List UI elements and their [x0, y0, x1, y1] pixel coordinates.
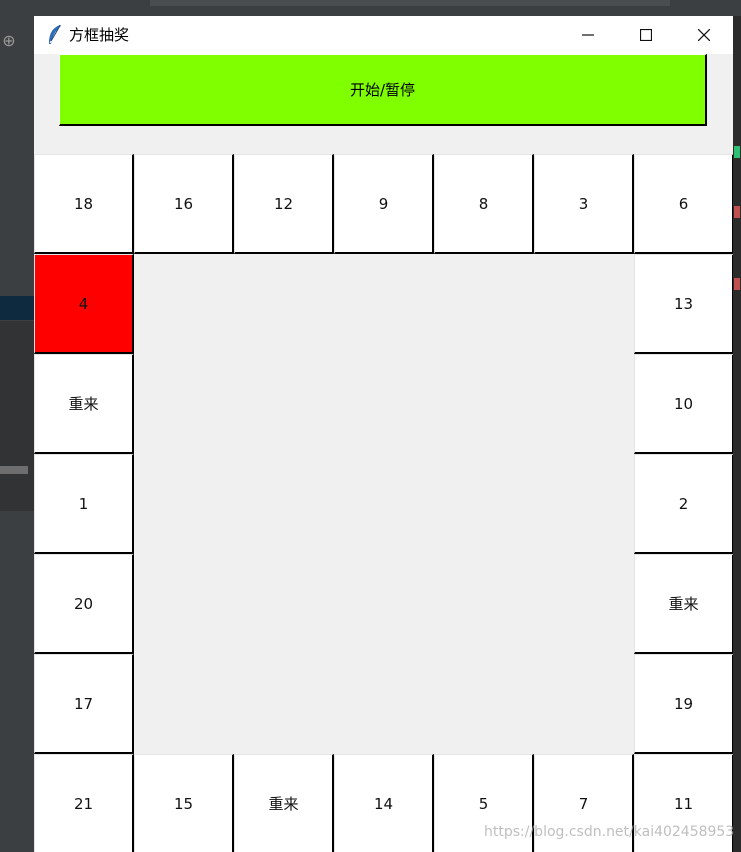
title-bar[interactable]: 方框抽奖 — [34, 16, 733, 54]
grid-cell-right-4[interactable]: 19 — [634, 654, 733, 754]
grid-cell-bottom-0[interactable]: 21 — [34, 754, 134, 852]
feather-icon — [46, 24, 64, 46]
maximize-button[interactable] — [617, 16, 675, 54]
grid-cell-top-6[interactable]: 6 — [634, 154, 733, 254]
grid-cell-left-3[interactable]: 20 — [34, 554, 134, 654]
grid-cell-right-0[interactable]: 13 — [634, 254, 733, 354]
grid-cell-right-1[interactable]: 10 — [634, 354, 733, 454]
grid-cell-top-1[interactable]: 16 — [134, 154, 234, 254]
grid-cell-top-3[interactable]: 9 — [334, 154, 434, 254]
grid-cell-top-0[interactable]: 18 — [34, 154, 134, 254]
grid-cell-left-1[interactable]: 重来 — [34, 354, 134, 454]
watermark: https://blog.csdn.net/kai402458953 — [484, 824, 735, 840]
close-icon — [697, 26, 711, 45]
desktop: ⊕ 方框抽奖 开始/暂停 18 16 12 9 8 3 6 4 重来 1 20 … — [0, 0, 741, 852]
close-button[interactable] — [675, 16, 733, 54]
grid-cell-bottom-3[interactable]: 14 — [334, 754, 434, 852]
grid-cell-left-4[interactable]: 17 — [34, 654, 134, 754]
ide-background-top — [0, 0, 741, 16]
ide-background-left: ⊕ — [0, 16, 34, 852]
grid-cell-right-3[interactable]: 重来 — [634, 554, 733, 654]
crosshair-icon: ⊕ — [2, 31, 16, 50]
start-pause-button[interactable]: 开始/暂停 — [59, 54, 707, 126]
grid-cell-bottom-2[interactable]: 重来 — [234, 754, 334, 852]
grid-cell-bottom-1[interactable]: 15 — [134, 754, 234, 852]
grid-cell-top-2[interactable]: 12 — [234, 154, 334, 254]
lottery-window: 方框抽奖 开始/暂停 18 16 12 9 8 3 6 4 重来 1 20 17… — [34, 16, 733, 852]
ide-background-right — [733, 16, 741, 852]
grid-cell-top-5[interactable]: 3 — [534, 154, 634, 254]
grid-cell-left-0[interactable]: 4 — [34, 254, 134, 354]
maximize-icon — [639, 26, 653, 45]
grid-cell-left-2[interactable]: 1 — [34, 454, 134, 554]
grid-cell-top-4[interactable]: 8 — [434, 154, 534, 254]
minimize-icon — [582, 26, 594, 45]
minimize-button[interactable] — [559, 16, 617, 54]
ide-scrollbar — [0, 466, 28, 474]
grid-cell-right-2[interactable]: 2 — [634, 454, 733, 554]
window-title: 方框抽奖 — [69, 26, 130, 44]
